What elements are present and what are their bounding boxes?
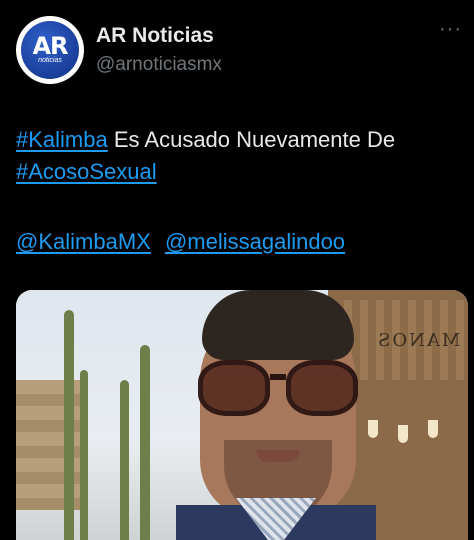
tweet-mentions: @KalimbaMX @melissagalindoo	[16, 226, 353, 258]
photo-cactus	[80, 370, 88, 540]
tweet-header: AR noticias AR Noticias @arnoticiasmx ··…	[16, 16, 464, 84]
photo-cactus	[140, 345, 150, 540]
photo-hair	[202, 290, 354, 360]
photo-mouth	[256, 450, 300, 462]
photo-person	[176, 290, 376, 540]
avatar-logo: AR noticias	[21, 21, 79, 79]
avatar[interactable]: AR noticias	[16, 16, 84, 84]
tweet-text-segment: Es Acusado Nuevamente De	[107, 127, 396, 152]
tweet-text: #Kalimba Es Acusado Nuevamente De #Acoso…	[16, 124, 466, 188]
photo-glasses-bridge	[270, 374, 286, 380]
photo-lamp	[428, 420, 438, 438]
hashtag-link[interactable]: #Kalimba	[16, 127, 108, 152]
photo-lamp	[398, 425, 408, 443]
mention-link[interactable]: @melissagalindoo	[165, 229, 345, 254]
photo-lens	[198, 360, 270, 416]
photo-sign-text: MANOS	[375, 330, 460, 351]
hashtag-link[interactable]: #AcosoSexual	[16, 159, 157, 184]
tweet-photo[interactable]: MANOS	[16, 290, 468, 540]
photo-shelf	[16, 380, 86, 510]
photo-cactus	[64, 310, 74, 540]
display-name[interactable]: AR Noticias	[96, 24, 214, 48]
photo-cactus	[120, 380, 129, 540]
sunglasses-icon	[198, 360, 358, 420]
more-options-icon[interactable]: ···	[439, 18, 462, 41]
mention-link[interactable]: @KalimbaMX	[16, 229, 151, 254]
account-handle[interactable]: @arnoticiasmx	[96, 54, 222, 76]
avatar-logo-text: AR	[32, 32, 68, 60]
photo-lens	[286, 360, 358, 416]
avatar-logo-subtext: noticias	[38, 57, 62, 64]
